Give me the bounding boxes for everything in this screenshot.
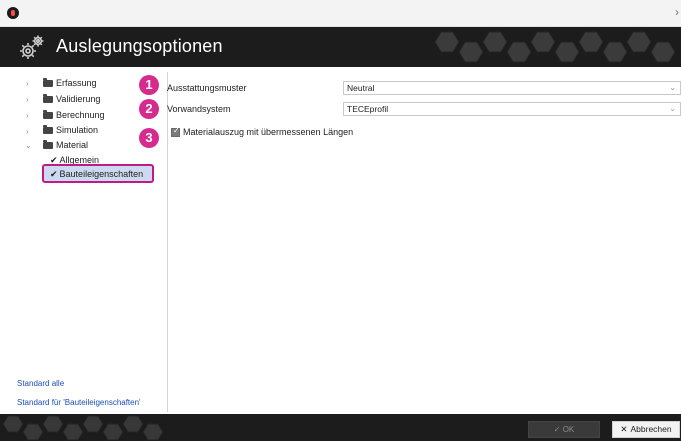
step-badge-3: 3 — [139, 128, 159, 148]
tree-item-label: Simulation — [56, 125, 99, 135]
gears-icon — [20, 35, 44, 59]
vorwand-select[interactable]: TECEprofil ⌄ — [343, 102, 681, 116]
standard-for-link[interactable]: Standard für 'Bauteileigenschaften' — [17, 398, 141, 407]
app-icon — [7, 7, 19, 19]
folder-icon — [43, 94, 53, 103]
page-title: Auslegungsoptionen — [56, 36, 223, 56]
vorwand-label: Vorwandsystem — [167, 104, 231, 114]
chevron-down-icon: ⌄ — [669, 83, 676, 92]
close-icon[interactable]: › — [675, 5, 679, 19]
options-tree-panel — [10, 72, 168, 412]
title-bar: › — [0, 0, 681, 27]
tree-item-label: Berechnung — [56, 110, 105, 120]
expand-arrow-icon[interactable]: › — [26, 127, 29, 136]
checkmark-icon: ✓ — [553, 425, 563, 434]
step-badge-2: 2 — [139, 99, 159, 119]
vorwand-value: TECEprofil — [347, 104, 389, 114]
tree-item-material[interactable]: Material — [43, 140, 88, 150]
tree-item-erfassung[interactable]: Erfassung — [43, 78, 97, 88]
material-checkbox[interactable] — [171, 126, 180, 137]
dialog-window: › Auslegungsoptionen › Erfassung › Valid… — [0, 0, 681, 441]
tree-item-simulation[interactable]: Simulation — [43, 125, 98, 135]
folder-icon — [43, 110, 53, 119]
tree-item-berechnung[interactable]: Berechnung — [43, 110, 105, 120]
hexagon-pattern — [434, 31, 676, 63]
material-checkbox-label: Materialauszug mit übermessenen Längen — [183, 127, 354, 137]
dialog-footer: ✓ OK ✕ Abbrechen — [0, 414, 681, 441]
cancel-button[interactable]: ✕ Abbrechen — [612, 421, 680, 438]
tree-item-label: Bauteileigenschaften — [59, 169, 144, 179]
tree-item-label: Material — [56, 140, 89, 150]
tree-item-label: Erfassung — [56, 78, 97, 88]
hexagon-pattern — [2, 415, 164, 441]
tree-item-bauteileigenschaften[interactable]: ✔ Bauteileigenschaften — [50, 169, 143, 180]
checkmark-icon: ✔ — [50, 169, 58, 179]
ok-label: OK — [562, 425, 575, 434]
ok-button[interactable]: ✓ OK — [528, 421, 600, 438]
dialog-header: Auslegungsoptionen — [0, 27, 681, 67]
ausstattung-value: Neutral — [347, 83, 375, 93]
step-badge-1: 1 — [139, 75, 159, 95]
folder-icon — [43, 78, 53, 87]
chevron-down-icon: ⌄ — [669, 104, 676, 113]
expand-arrow-icon[interactable]: › — [26, 79, 29, 88]
cancel-label: Abbrechen — [630, 424, 672, 434]
expand-arrow-icon[interactable]: › — [26, 95, 29, 104]
tree-item-validierung[interactable]: Validierung — [43, 94, 100, 104]
tree-item-label: Validierung — [56, 94, 101, 104]
close-icon: ✕ — [620, 424, 628, 434]
collapse-arrow-icon[interactable]: ⌄ — [25, 141, 32, 150]
ausstattung-select[interactable]: Neutral ⌄ — [343, 81, 681, 95]
open-folder-icon — [43, 140, 53, 149]
standard-all-link[interactable]: Standard alle — [17, 379, 64, 388]
expand-arrow-icon[interactable]: › — [26, 111, 29, 120]
ausstattung-label: Ausstattungsmuster — [167, 83, 247, 93]
folder-icon — [43, 125, 53, 134]
